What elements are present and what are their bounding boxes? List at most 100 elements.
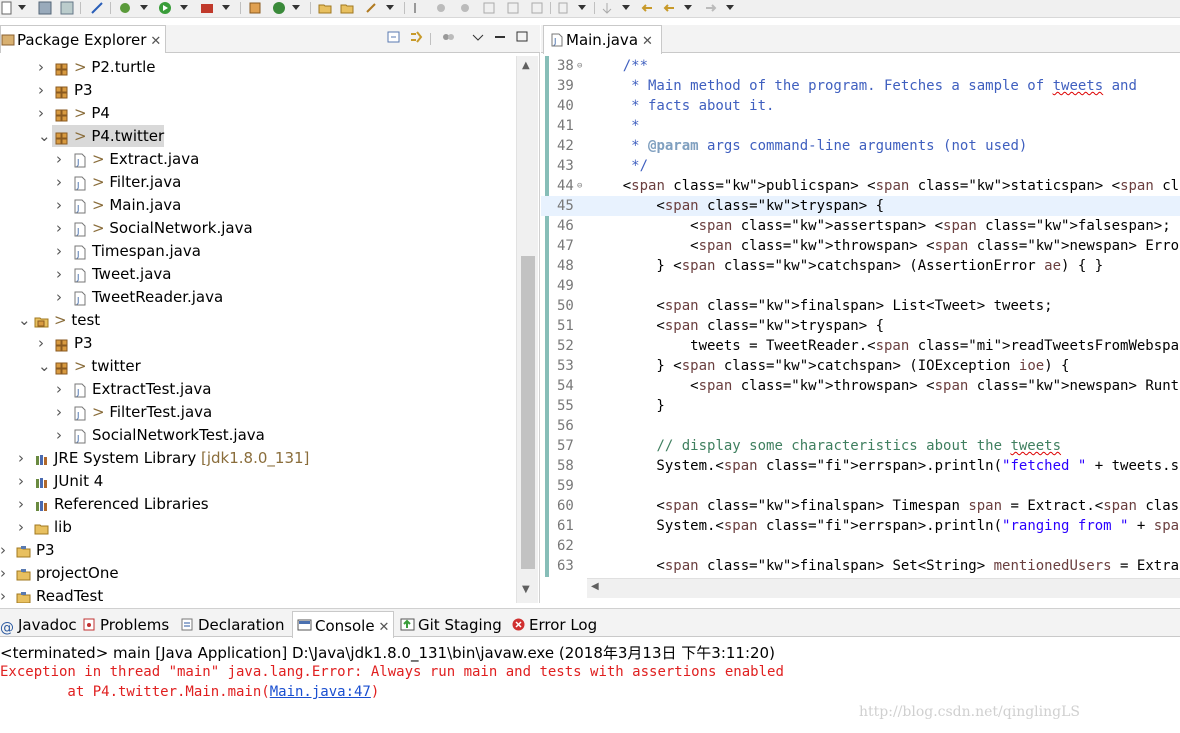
annotation-prev-icon[interactable] — [434, 1, 448, 15]
fold-icon[interactable]: ⊖ — [577, 56, 582, 76]
tree-item[interactable]: › J SocialNetworkTest.java — [0, 424, 516, 446]
forward-icon[interactable] — [704, 1, 718, 15]
code-line[interactable]: 57 // display some characteristics about… — [541, 436, 1180, 456]
back-dropdown-icon[interactable] — [684, 5, 692, 10]
tree-item[interactable]: › projectOne — [0, 562, 516, 584]
package-tree-scrollbar[interactable]: ▲ ▼ — [516, 56, 538, 603]
search-icon[interactable] — [364, 1, 378, 15]
next-annotation-dropdown-icon[interactable] — [622, 5, 630, 10]
expand-chevron-icon[interactable]: › — [0, 539, 10, 561]
tree-item[interactable]: › J > Filter.java — [0, 171, 516, 193]
block-selection-icon[interactable] — [506, 1, 520, 15]
new-dropdown-icon[interactable] — [18, 5, 26, 10]
collapse-chevron-icon[interactable]: ⌄ — [38, 125, 51, 147]
tree-item[interactable]: › P3 — [0, 332, 516, 354]
tree-item[interactable]: › P3 — [0, 539, 516, 561]
tab-declaration[interactable]: Declaration — [180, 611, 284, 638]
scroll-up-icon[interactable]: ▲ — [522, 60, 530, 71]
expand-chevron-icon[interactable]: › — [38, 102, 48, 124]
expand-chevron-icon[interactable]: › — [56, 240, 66, 262]
scroll-left-icon[interactable]: ◀ — [591, 581, 599, 592]
expand-chevron-icon[interactable]: › — [56, 401, 66, 423]
tree-item[interactable]: › J TweetReader.java — [0, 286, 516, 308]
code-line[interactable]: 62 — [541, 536, 1180, 556]
code-line[interactable]: 55 } — [541, 396, 1180, 416]
code-line[interactable]: 51 <span class="kw">tryspan> { — [541, 316, 1180, 336]
new-class-icon[interactable] — [272, 1, 286, 15]
expand-chevron-icon[interactable]: › — [0, 562, 10, 584]
code-line[interactable]: 63 <span class="kw">finalspan> Set<Strin… — [541, 556, 1180, 576]
code-editor[interactable]: 38 ⊖ /** 39 * Main method of the program. … — [541, 56, 1180, 577]
run-icon[interactable] — [158, 1, 172, 15]
tree-item[interactable]: ⌄ > test — [0, 309, 516, 331]
show-whitespace-icon[interactable] — [482, 1, 496, 15]
scroll-down-icon[interactable]: ▼ — [522, 584, 530, 595]
code-line[interactable]: 42 * @param args command-line arguments … — [541, 136, 1180, 156]
tab-package-explorer[interactable]: Package Explorer ✕ — [0, 25, 167, 53]
expand-chevron-icon[interactable]: › — [0, 585, 10, 603]
scrollbar-thumb[interactable] — [521, 256, 535, 569]
expand-chevron-icon[interactable]: › — [18, 493, 28, 515]
save-all-icon[interactable] — [60, 1, 74, 15]
code-line[interactable]: 52 tweets = TweetReader.<span class="mi"… — [541, 336, 1180, 356]
new-package-icon[interactable] — [248, 1, 262, 15]
run-dropdown-icon[interactable] — [180, 5, 188, 10]
tree-item[interactable]: › Referenced Libraries — [0, 493, 516, 515]
code-line[interactable]: 41 * — [541, 116, 1180, 136]
collapse-chevron-icon[interactable]: ⌄ — [18, 309, 31, 331]
tab-problems[interactable]: Problems — [82, 611, 169, 638]
pin-editor-dropdown-icon[interactable] — [578, 5, 586, 10]
last-edit-icon[interactable] — [640, 1, 654, 15]
code-line[interactable]: 43 */ — [541, 156, 1180, 176]
expand-chevron-icon[interactable]: › — [56, 217, 66, 239]
code-line[interactable]: 44 ⊖ <span class="kw">publicspan> <span c… — [541, 176, 1180, 196]
stack-link[interactable]: Main.java:47 — [270, 684, 371, 700]
code-line[interactable]: 56 — [541, 416, 1180, 436]
expand-chevron-icon[interactable]: › — [56, 194, 66, 216]
collapse-all-icon[interactable] — [386, 30, 402, 44]
tab-error-log[interactable]: Error Log — [511, 611, 597, 638]
debug-icon[interactable] — [118, 1, 132, 15]
collapse-chevron-icon[interactable]: ⌄ — [38, 355, 51, 377]
code-line[interactable]: 38 ⊖ /** — [541, 56, 1180, 76]
tab-main-java[interactable]: J Main.java ✕ — [543, 25, 662, 54]
expand-chevron-icon[interactable]: › — [18, 516, 28, 538]
expand-chevron-icon[interactable]: › — [38, 56, 48, 78]
editor-horizontal-scrollbar[interactable]: ◀ — [587, 578, 1180, 598]
tree-item[interactable]: › J > FilterTest.java — [0, 401, 516, 423]
expand-chevron-icon[interactable]: › — [56, 424, 66, 446]
expand-chevron-icon[interactable]: › — [38, 332, 48, 354]
focus-on-task-icon[interactable] — [440, 30, 456, 44]
tree-item[interactable]: › ReadTest — [0, 585, 516, 603]
search-dropdown-icon[interactable] — [386, 5, 394, 10]
code-line[interactable]: 40 * facts about it. — [541, 96, 1180, 116]
tree-item[interactable]: › > P2.turtle — [0, 56, 516, 78]
expand-chevron-icon[interactable]: › — [56, 286, 66, 308]
code-line[interactable]: 47 <span class="kw">throwspan> <span cla… — [541, 236, 1180, 256]
tree-item[interactable]: ⌄ > twitter — [0, 355, 516, 377]
minimize-icon[interactable] — [492, 30, 508, 44]
code-line[interactable]: 53 } <span class="kw">catchspan> (IOExce… — [541, 356, 1180, 376]
word-wrap-icon[interactable] — [530, 1, 544, 15]
fold-icon[interactable]: ⊖ — [577, 176, 582, 196]
code-line[interactable]: 60 <span class="kw">finalspan> Timespan … — [541, 496, 1180, 516]
toggle-mark-icon[interactable] — [412, 1, 426, 15]
tree-item[interactable]: › J Tweet.java — [0, 263, 516, 285]
link-with-editor-icon[interactable] — [408, 30, 424, 44]
view-menu-icon[interactable] — [470, 30, 486, 44]
tree-item[interactable]: › P3 — [0, 79, 516, 101]
tree-item[interactable]: › J ExtractTest.java — [0, 378, 516, 400]
code-line[interactable]: 54 <span class="kw">throwspan> <span cla… — [541, 376, 1180, 396]
tree-item[interactable]: › lib — [0, 516, 516, 538]
tree-item[interactable]: › J Timespan.java — [0, 240, 516, 262]
tree-item[interactable]: › J > SocialNetwork.java — [0, 217, 516, 239]
expand-chevron-icon[interactable]: › — [18, 447, 28, 469]
expand-chevron-icon[interactable]: › — [56, 263, 66, 285]
code-line[interactable]: 45 <span class="kw">tryspan> { — [541, 196, 1180, 216]
open-type-icon[interactable] — [318, 1, 332, 15]
tree-item[interactable]: ⌄ > P4.twitter — [0, 125, 516, 147]
annotation-next-icon[interactable] — [458, 1, 472, 15]
close-icon[interactable]: ✕ — [642, 34, 653, 49]
pin-editor-icon[interactable] — [556, 1, 570, 15]
expand-chevron-icon[interactable]: › — [38, 79, 48, 101]
